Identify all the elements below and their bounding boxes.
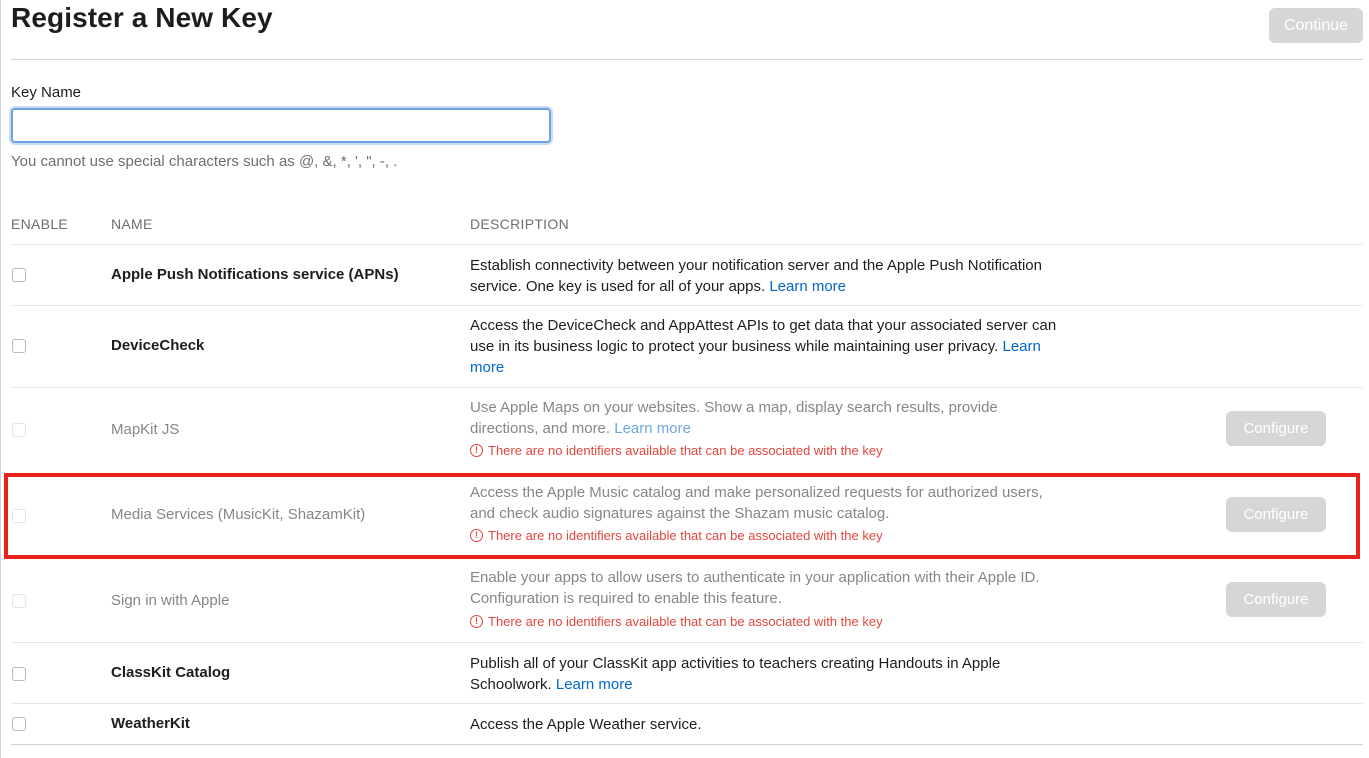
row-name: Sign in with Apple — [111, 592, 230, 609]
key-name-help-text: You cannot use special characters such a… — [11, 153, 398, 170]
row-description: Publish all of your ClassKit app activit… — [470, 653, 1065, 695]
row-description-text: Publish all of your ClassKit app activit… — [470, 655, 1001, 693]
row-description: Establish connectivity between your noti… — [470, 255, 1065, 297]
warning-text: There are no identifiers available that … — [488, 614, 883, 629]
column-header-name: NAME — [111, 216, 153, 232]
table-row: Sign in with Apple Enable your apps to a… — [1, 560, 1369, 642]
exclamation-circle-icon: ! — [470, 444, 483, 457]
classkit-enable-checkbox[interactable] — [12, 667, 26, 681]
no-identifiers-warning: ! There are no identifiers available tha… — [470, 614, 883, 629]
continue-button[interactable]: Continue — [1269, 8, 1363, 43]
mapkit-enable-checkbox — [12, 423, 26, 437]
key-name-input[interactable] — [11, 108, 551, 143]
table-row: Apple Push Notifications service (APNs) … — [1, 245, 1369, 305]
table-row: WeatherKit Access the Apple Weather serv… — [1, 704, 1369, 744]
row-name: Apple Push Notifications service (APNs) — [111, 266, 399, 283]
table-bottom-divider — [11, 744, 1363, 745]
header-divider — [11, 59, 1363, 60]
row-name: DeviceCheck — [111, 337, 205, 354]
apns-enable-checkbox[interactable] — [12, 268, 26, 282]
row-description-text: Establish connectivity between your noti… — [470, 257, 1042, 295]
table-row: DeviceCheck Access the DeviceCheck and A… — [1, 306, 1369, 387]
key-name-label: Key Name — [11, 84, 82, 101]
page-title: Register a New Key — [11, 2, 273, 33]
highlight-box — [4, 473, 1360, 559]
learn-more-link[interactable]: Learn more — [614, 420, 691, 437]
column-header-description: DESCRIPTION — [470, 216, 569, 232]
weatherkit-enable-checkbox[interactable] — [12, 717, 26, 731]
row-description: Use Apple Maps on your websites. Show a … — [470, 397, 1065, 439]
row-name: MapKit JS — [111, 421, 180, 438]
warning-text: There are no identifiers available that … — [488, 443, 883, 458]
exclamation-circle-icon: ! — [470, 615, 483, 628]
learn-more-link[interactable]: Learn more — [556, 676, 633, 693]
row-description: Access the DeviceCheck and AppAttest API… — [470, 315, 1065, 378]
row-description-text: Access the DeviceCheck and AppAttest API… — [470, 317, 1057, 355]
table-row: ClassKit Catalog Publish all of your Cla… — [1, 643, 1369, 703]
row-description: Enable your apps to allow users to authe… — [470, 569, 1040, 607]
sign-in-with-apple-enable-checkbox — [12, 594, 26, 608]
sign-in-with-apple-configure-button[interactable]: Configure — [1226, 582, 1326, 617]
devicecheck-enable-checkbox[interactable] — [12, 339, 26, 353]
row-name: WeatherKit — [111, 715, 190, 732]
row-description-text: Use Apple Maps on your websites. Show a … — [470, 399, 998, 437]
row-name: ClassKit Catalog — [111, 664, 231, 681]
page-frame: Register a New Key Continue Key Name You… — [0, 0, 1369, 758]
row-description: Access the Apple Weather service. — [470, 716, 702, 733]
column-header-enable: ENABLE — [11, 216, 69, 232]
no-identifiers-warning: ! There are no identifiers available tha… — [470, 443, 883, 458]
mapkit-configure-button[interactable]: Configure — [1226, 411, 1326, 446]
learn-more-link[interactable]: Learn more — [769, 278, 846, 295]
table-row: MapKit JS Use Apple Maps on your website… — [1, 388, 1369, 472]
